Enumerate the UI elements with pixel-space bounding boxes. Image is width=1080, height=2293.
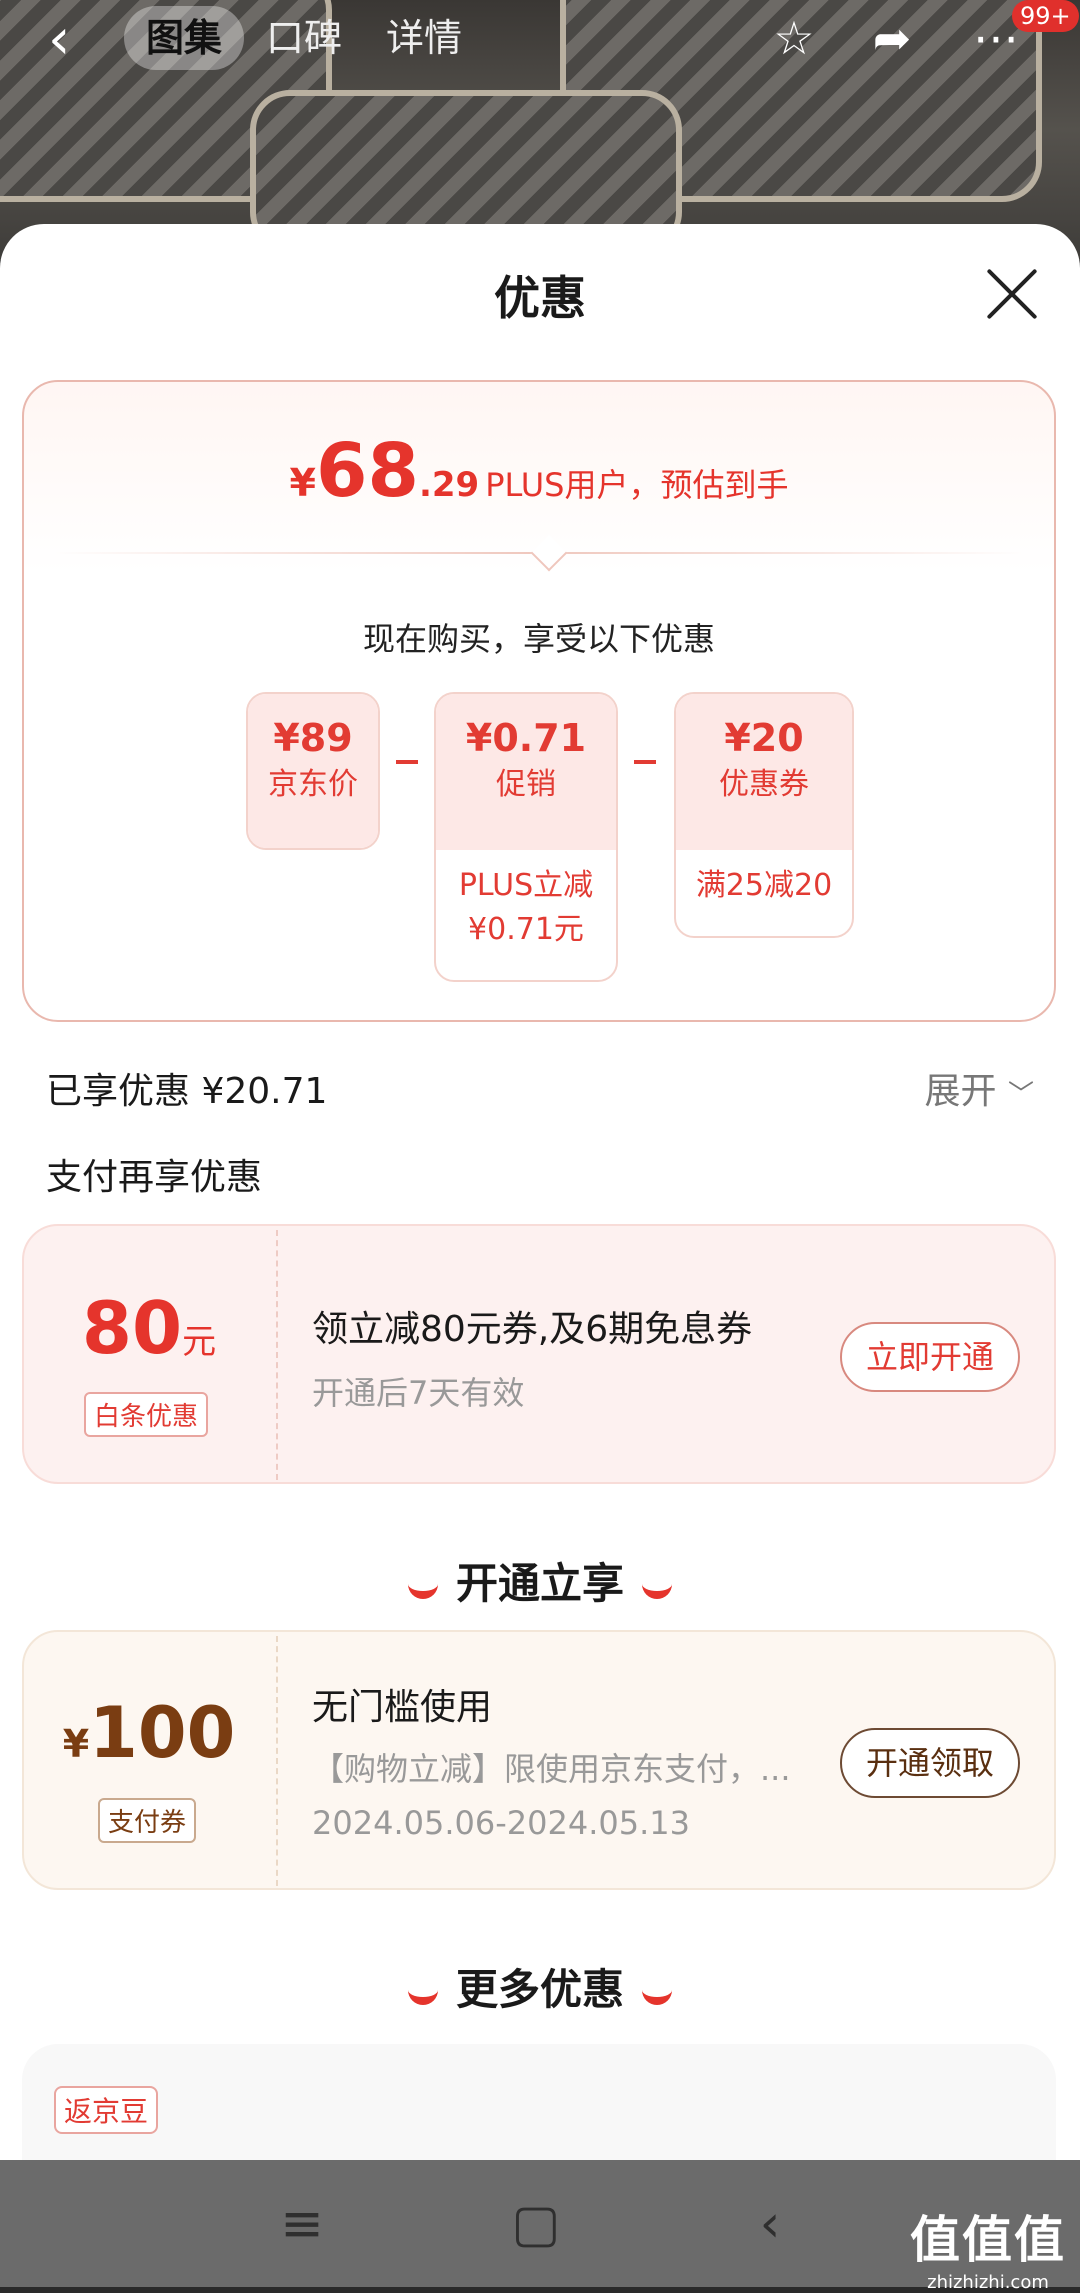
coupon-amount-value: 100 [89,1692,236,1774]
enjoyed-discount: 已享优惠 ¥20.71 [46,1071,328,1112]
section-more-offers: 更多优惠 [0,1956,1080,2017]
price-card: ¥68.29 PLUS用户，预估到手 现在购买，享受以下优惠 ¥89 京东价 ¥0… [22,380,1056,1022]
divider-notch [530,534,568,572]
breakdown-label: 优惠券 [719,767,809,802]
breakdown-amount: ¥0.71 [465,716,587,760]
chevron-down-icon: ﹀ [1007,1080,1034,1110]
back-nav-icon[interactable]: ‹ [740,2194,800,2254]
expand-label: 展开 [924,1071,997,1112]
breakdown-label: 京东价 [268,767,358,802]
breakdown-label: 促销 [496,767,556,802]
back-icon[interactable]: ‹ [48,10,98,70]
smile-icon [407,1981,438,2005]
price-label: PLUS用户，预估到手 [485,466,789,504]
star-icon[interactable]: ☆ [764,10,824,66]
sheet-title: 优惠 [494,271,586,325]
open-claim-button[interactable]: 开通领取 [839,1728,1020,1798]
coupon-tag: 白条优惠 [84,1392,209,1437]
share-icon[interactable]: ➦ [862,10,922,66]
pay-coupon: ¥100 支付券 无门槛使用 【购物立减】限使用京东支付，... 2024.05… [22,1630,1056,1890]
discount-sheet: 优惠 ¥68.29 PLUS用户，预估到手 现在购买，享受以下优惠 ¥89 京东价… [0,224,1080,2160]
currency-symbol: ¥ [289,461,316,505]
more-offers-card: 返京豆 [22,2044,1056,2160]
watermark-url: zhizhizhi.com [927,2272,1049,2293]
home-icon[interactable]: ▢ [506,2194,566,2254]
coupon-title: 领立减80元券,及6期免息券 [312,1309,753,1350]
coupon-separator [276,1636,278,1886]
coupon-currency: ¥ [62,1722,90,1766]
breakdown-detail: PLUS立减 ¥0.71元 [458,868,594,947]
smile-icon [407,1575,438,1599]
estimated-price: ¥68.29 PLUS用户，预估到手 [24,428,1054,514]
jd-bean-tag: 返京豆 [54,2086,159,2134]
tab-bar: 图集 口碑 详情 [124,6,484,70]
coupon-separator [276,1230,278,1480]
breakdown-jd-price: ¥89 京东价 [246,692,380,850]
menu-icon[interactable]: ≡ [272,2194,332,2254]
open-now-button[interactable]: 立即开通 [839,1322,1020,1392]
tab-gallery[interactable]: 图集 [124,6,245,70]
breakdown-promotion: ¥0.71 促销 PLUS立减 ¥0.71元 [434,692,618,982]
smile-icon [642,1575,672,1599]
smile-icon [642,1981,672,2005]
tab-details[interactable]: 详情 [364,6,484,70]
price-integer: 68 [315,428,419,514]
coupon-left: ¥100 支付券 [24,1632,274,1888]
buy-now-text: 现在购买，享受以下优惠 [362,620,715,658]
coupon-dates: 2024.05.06-2024.05.13 [312,1804,690,1842]
close-icon[interactable] [984,266,1040,322]
section-title: 更多优惠 [455,1965,624,2014]
coupon-tag: 支付券 [98,1798,197,1843]
breakdown-amount: ¥89 [273,716,353,760]
breakdown-amount: ¥20 [724,716,804,760]
coupon-amount-value: 80 [81,1286,183,1370]
section-open-enjoy: 开通立享 [0,1550,1080,1611]
watermark: 值值值 zhizhizhi.com [910,2200,1066,2293]
section-title: 开通立享 [455,1559,624,1608]
price-decimal: .29 [418,465,480,505]
breakdown-coupon: ¥20 优惠券 满25减20 [674,692,854,938]
coupon-title: 无门槛使用 [312,1687,493,1728]
coupon-desc: 【购物立减】限使用京东支付，... [312,1750,791,1788]
baitiao-coupon: 80元 白条优惠 领立减80元券,及6期免息券 开通后7天有效 立即开通 [22,1224,1056,1484]
coupon-amount: 80元 [24,1286,274,1370]
coupon-amount-unit: 元 [182,1322,217,1362]
pay-more-heading: 支付再享优惠 [46,1157,263,1198]
top-nav: ‹ 图集 口碑 详情 ☆ ➦ ⋯ 99+ [0,0,1080,76]
tab-reviews[interactable]: 口碑 [244,6,364,70]
watermark-logo: 值值值 [910,2211,1066,2269]
minus-sign [396,760,418,764]
coupon-left: 80元 白条优惠 [24,1226,274,1482]
breakdown-detail: 满25减20 [695,868,833,903]
coupon-desc: 开通后7天有效 [312,1374,525,1412]
notification-badge: 99+ [1012,0,1079,32]
coupon-amount: ¥100 [24,1692,274,1774]
expand-toggle[interactable]: 展开 ﹀ [925,1062,1034,1114]
minus-sign [634,760,656,764]
